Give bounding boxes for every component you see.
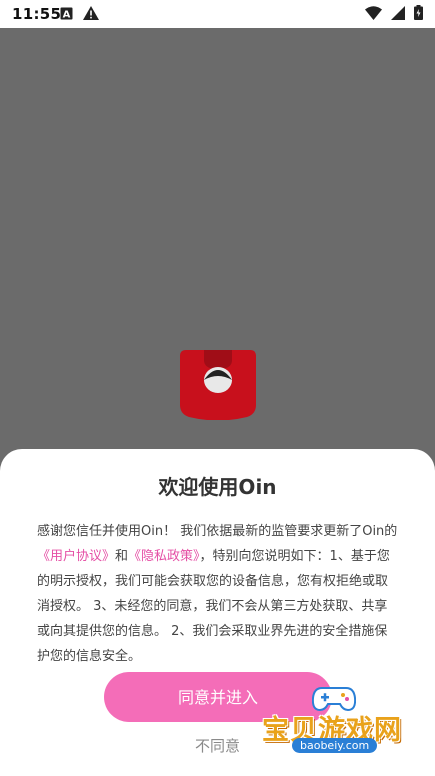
notification-a-icon: A <box>60 7 73 20</box>
body-text-details: ，特别向您说明如下：1、基于您的明示授权，我们可能会获取您的设备信息，您有权拒绝… <box>37 549 390 664</box>
battery-icon <box>414 5 423 20</box>
warning-icon <box>83 6 99 20</box>
dialog-title: 欢迎使用Oin <box>158 475 277 499</box>
svg-text:A: A <box>63 9 71 20</box>
signal-icon <box>391 5 405 20</box>
user-agreement-link[interactable]: 《用户协议》 <box>37 549 115 564</box>
body-text-intro: 感谢您信任并使用Oin！ 我们依据最新的监管要求更新了Oin的 <box>37 524 398 539</box>
status-bar: 11:55 A <box>0 0 435 28</box>
watermark-url: baobeiy.com <box>292 738 378 753</box>
screen: 11:55 A 欢迎使用Oin 感谢您信任并使用Oin！ 我们依据最新的监管要求… <box>0 0 435 776</box>
privacy-policy-link[interactable]: 《隐私政策》 <box>128 549 200 564</box>
wifi-icon <box>365 5 382 20</box>
watermark: 宝贝游戏网 baobeiy.com <box>262 684 422 772</box>
status-left-icons: A <box>60 6 99 20</box>
body-text-and: 和 <box>115 549 129 564</box>
status-time: 11:55 <box>12 5 62 23</box>
dialog-body: 感谢您信任并使用Oin！ 我们依据最新的监管要求更新了Oin的《用户协议》和《隐… <box>37 519 399 669</box>
status-right-icons <box>365 5 423 20</box>
app-logo-icon <box>180 350 256 420</box>
